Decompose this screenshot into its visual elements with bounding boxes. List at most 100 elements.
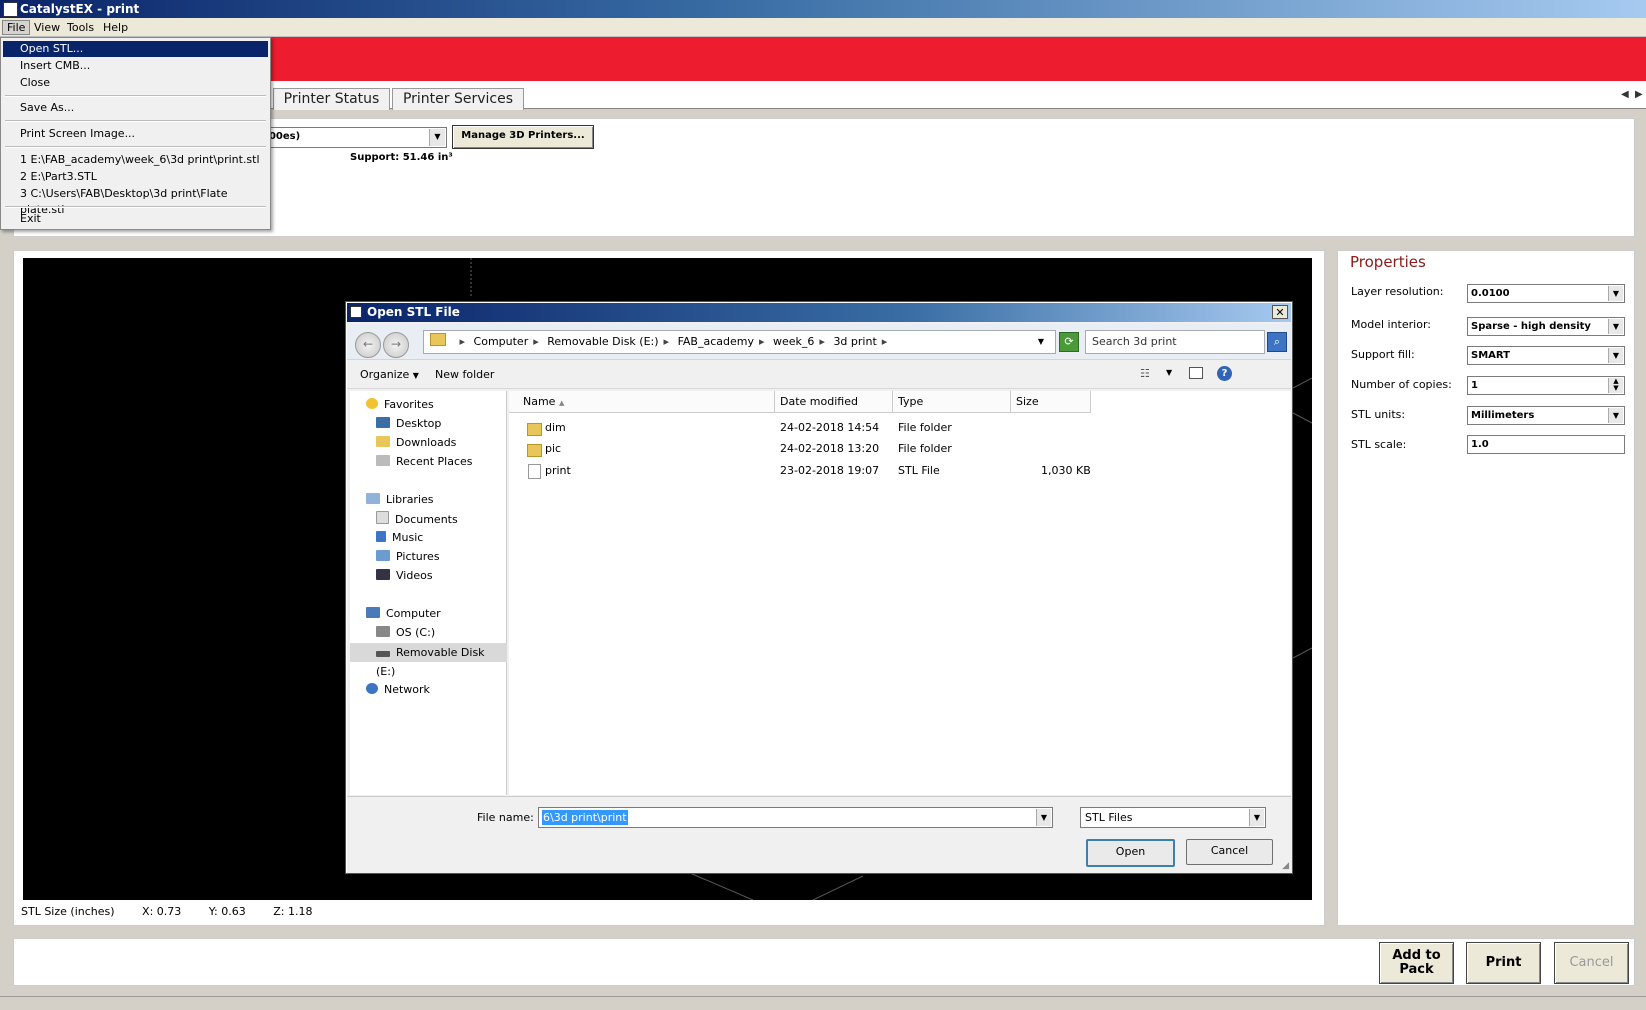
close-icon[interactable]: ✕ <box>1272 305 1288 319</box>
menu-tools[interactable]: Tools <box>63 20 98 35</box>
nav-videos[interactable]: Videos <box>376 568 433 583</box>
chevron-down-icon[interactable]: ▼ <box>1038 331 1044 353</box>
column-size[interactable]: Size <box>1011 391 1091 413</box>
menu-open-stl[interactable]: Open STL... <box>3 41 268 57</box>
status-bar <box>0 996 1646 1010</box>
new-folder-button[interactable]: New folder <box>435 368 494 381</box>
breadcrumb[interactable]: ▸ Computer ▸ Removable Disk (E:) ▸ FAB_aca… <box>423 330 1056 354</box>
column-type[interactable]: Type <box>893 391 1011 413</box>
open-button[interactable]: Open <box>1086 839 1175 867</box>
tab-scroll-left-icon[interactable]: ◀ <box>1621 89 1629 100</box>
documents-icon <box>376 511 389 524</box>
menu-help[interactable]: Help <box>99 20 132 35</box>
nav-favorites[interactable]: Favorites <box>366 397 434 412</box>
nav-computer[interactable]: Computer <box>366 606 441 621</box>
model-interior-value: Sparse - high density <box>1471 321 1591 332</box>
menu-save-as[interactable]: Save As... <box>3 100 268 116</box>
tab-scroll-right-icon[interactable]: ▶ <box>1635 89 1643 100</box>
nav-documents[interactable]: Documents <box>376 511 458 527</box>
nav-desktop[interactable]: Desktop <box>376 416 441 431</box>
videos-icon <box>376 569 390 580</box>
file-name-input[interactable]: 6\3d print\print ▼ <box>538 807 1053 828</box>
file-type-select[interactable]: STL Files ▼ <box>1080 807 1266 828</box>
model-interior-label: Model interior: <box>1351 318 1431 331</box>
search-icon[interactable]: ⌕ <box>1267 332 1287 352</box>
print-button[interactable]: Print <box>1466 942 1541 984</box>
menu-recent-1[interactable]: 1 E:\FAB_academy\week_6\3d print\print.s… <box>3 152 268 168</box>
printer-select[interactable]: 200es) ▼ <box>258 127 447 148</box>
menu-recent-2[interactable]: 2 E:\Part3.STL <box>3 169 268 185</box>
chevron-down-icon[interactable]: ▼ <box>1036 809 1051 826</box>
preview-pane-icon[interactable] <box>1189 367 1203 379</box>
menu-insert-cmb[interactable]: Insert CMB... <box>3 58 268 74</box>
stl-size-z: Z: 1.18 <box>273 905 313 918</box>
refresh-icon[interactable]: ⟳ <box>1059 332 1079 352</box>
file-row[interactable]: pic 24-02-2018 13:20 File folder <box>509 439 1291 459</box>
breadcrumb-item[interactable]: 3d print <box>833 335 876 348</box>
menu-close[interactable]: Close <box>3 75 268 91</box>
properties-title: Properties <box>1350 253 1426 271</box>
breadcrumb-item[interactable]: week_6 <box>773 335 814 348</box>
nav-pictures[interactable]: Pictures <box>376 549 440 564</box>
tab-printer-services[interactable]: Printer Services <box>392 88 524 110</box>
stl-scale-label: STL scale: <box>1351 438 1407 451</box>
nav-label: Documents <box>395 513 458 526</box>
support-fill-select[interactable]: SMART ▼ <box>1467 346 1625 365</box>
breadcrumb-item[interactable]: Computer <box>474 335 529 348</box>
star-icon <box>366 398 378 409</box>
menu-exit[interactable]: Exit <box>3 211 268 227</box>
column-date-modified[interactable]: Date modified <box>775 391 893 413</box>
dialog-cancel-button[interactable]: Cancel <box>1186 839 1273 865</box>
file-row[interactable]: print 23-02-2018 19:07 STL File 1,030 KB <box>509 461 1291 481</box>
help-icon[interactable]: ? <box>1217 366 1232 381</box>
cancel-button[interactable]: Cancel <box>1554 942 1629 984</box>
view-options-icon[interactable]: ☷ <box>1140 367 1150 380</box>
support-fill-label: Support fill: <box>1351 348 1415 361</box>
nav-network[interactable]: Network <box>366 682 430 697</box>
manage-printers-button[interactable]: Manage 3D Printers... <box>452 125 594 149</box>
nav-recent-places[interactable]: Recent Places <box>376 454 473 469</box>
dialog-title-bar: Open STL File ✕ <box>347 303 1291 322</box>
spin-arrows-icon[interactable]: ▲ ▼ <box>1608 378 1623 393</box>
menu-recent-3[interactable]: 3 C:\Users\FAB\Desktop\3d print\Flate pl… <box>3 186 268 216</box>
menu-file[interactable]: File <box>2 20 31 35</box>
tab-printer-status[interactable]: Printer Status <box>273 88 390 110</box>
stl-size-label: STL Size (inches) <box>21 905 115 918</box>
nav-music[interactable]: Music <box>376 530 423 545</box>
resize-grip-icon[interactable]: ◢ <box>1282 861 1289 871</box>
chevron-down-icon[interactable]: ▼ <box>1166 368 1172 377</box>
breadcrumb-item[interactable]: Removable Disk (E:) <box>547 335 658 348</box>
file-date: 24-02-2018 13:20 <box>780 442 880 455</box>
stl-scale-input[interactable]: 1.0 <box>1467 435 1625 454</box>
app-icon <box>3 2 18 17</box>
nav-downloads[interactable]: Downloads <box>376 435 456 450</box>
nav-label: Music <box>392 531 424 544</box>
nav-os-c[interactable]: OS (C:) <box>376 625 435 640</box>
menu-view[interactable]: View <box>30 20 64 35</box>
layer-resolution-value: 0.0100 <box>1471 288 1510 299</box>
search-input[interactable]: Search 3d print <box>1085 330 1265 354</box>
nav-label: OS (C:) <box>396 626 436 639</box>
copies-stepper[interactable]: 1 ▲ ▼ <box>1467 376 1625 395</box>
nav-removable-disk[interactable]: Removable Disk (E:) <box>350 643 507 678</box>
model-interior-select[interactable]: Sparse - high density ▼ <box>1467 317 1625 336</box>
menu-print-screen[interactable]: Print Screen Image... <box>3 126 268 142</box>
nav-libraries[interactable]: Libraries <box>366 492 434 507</box>
copies-label: Number of copies: <box>1351 378 1452 391</box>
add-to-pack-button[interactable]: Add to Pack <box>1379 942 1454 984</box>
support-fill-value: SMART <box>1471 350 1510 361</box>
organize-button[interactable]: Organize ▼ <box>360 368 419 381</box>
file-row[interactable]: dim 24-02-2018 14:54 File folder <box>509 418 1291 438</box>
column-name[interactable]: Name ▲ <box>509 391 775 413</box>
nav-label: Removable Disk (E:) <box>376 646 485 678</box>
nav-label: Libraries <box>386 493 434 506</box>
menu-separator <box>5 146 266 148</box>
back-icon[interactable]: ← <box>355 332 381 358</box>
usb-drive-icon <box>376 651 390 657</box>
forward-icon[interactable]: → <box>383 332 409 358</box>
chevron-down-icon: ▼ <box>429 129 445 146</box>
breadcrumb-item[interactable]: FAB_academy <box>678 335 754 348</box>
file-name-value: 6\3d print\print <box>542 810 628 825</box>
layer-resolution-select[interactable]: 0.0100 ▼ <box>1467 284 1625 303</box>
stl-units-select[interactable]: Millimeters ▼ <box>1467 406 1625 425</box>
